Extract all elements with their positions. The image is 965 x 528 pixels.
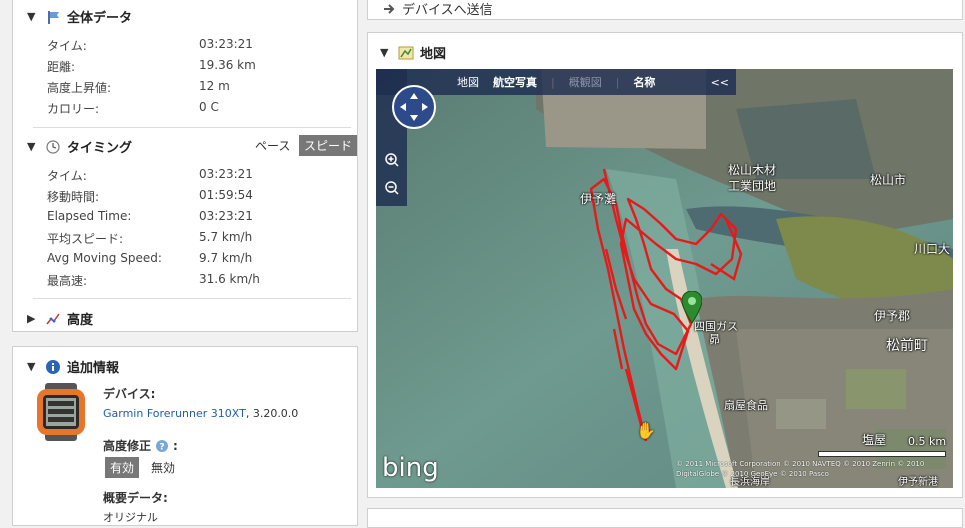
elevation-chart-icon xyxy=(45,311,61,327)
timing-label-max-speed: 最高速: xyxy=(47,274,88,288)
scale-bar xyxy=(818,451,946,457)
device-image xyxy=(35,383,87,441)
send-to-device-label: デバイスへ送信 xyxy=(402,3,493,18)
device-version: , 3.20.0.0 xyxy=(245,407,299,420)
summary-panel: ▼ 全体データ タイム: 03:23:21 距離: 19.36 km 高度上昇値… xyxy=(12,0,358,332)
map-type-aerial[interactable]: 航空写真 xyxy=(486,74,544,90)
summary-value-distance: 19.36 km xyxy=(199,58,256,72)
arrow-right-icon xyxy=(382,2,396,16)
scale-label: 0.5 km xyxy=(908,435,947,448)
timing-header[interactable]: ▼ タイミング xyxy=(27,137,132,156)
map-label: 川口大 xyxy=(914,242,951,256)
elevation-fix-on[interactable]: 有効 xyxy=(105,457,140,478)
collapse-triangle-icon[interactable]: ▼ xyxy=(27,360,39,373)
bing-logo: bing xyxy=(382,453,439,483)
device-label: デバイス: xyxy=(103,387,156,401)
timing-value-moving-time: 01:59:54 xyxy=(199,188,253,202)
map-labels-toggle[interactable]: 名称 xyxy=(626,74,662,90)
timing-label-moving-time: 移動時間: xyxy=(47,190,100,204)
timing-label-avg-speed: 平均スピード: xyxy=(47,232,124,246)
extra-info-header[interactable]: ▼ 追加情報 xyxy=(27,357,119,376)
map-label: 松山木材 xyxy=(728,163,777,177)
collapse-triangle-icon[interactable]: ▼ xyxy=(380,46,392,59)
summary-title: 全体データ xyxy=(67,11,133,26)
summary-header[interactable]: ▼ 全体データ xyxy=(27,7,132,26)
device-link[interactable]: Garmin Forerunner 310XT xyxy=(103,407,246,420)
timing-value-avg-moving-speed: 9.7 km/h xyxy=(199,251,253,265)
divider xyxy=(33,127,351,128)
route-track xyxy=(589,168,743,442)
timing-value-time: 03:23:21 xyxy=(199,167,253,181)
map-label: 昴 xyxy=(709,333,720,346)
next-panel xyxy=(367,508,963,528)
hand-cursor-icon: ✋ xyxy=(636,421,656,440)
elevation-fix-row: 高度修正 ? : xyxy=(103,437,178,454)
collapse-toolbar-button[interactable]: << xyxy=(704,76,736,89)
collapse-triangle-icon[interactable]: ▼ xyxy=(27,10,39,23)
speed-toggle[interactable]: スピード xyxy=(299,135,357,156)
timing-value-max-speed: 31.6 km/h xyxy=(199,272,260,286)
elevation-fix-off[interactable]: 無効 xyxy=(151,459,175,476)
summary-value-calories: 0 C xyxy=(199,100,219,114)
clock-icon xyxy=(45,139,61,155)
summary-label-elevation-gain: 高度上昇値: xyxy=(47,81,112,95)
timing-label-time: タイム: xyxy=(47,169,87,183)
svg-text:?: ? xyxy=(159,442,164,452)
send-panel: デバイスへ送信 xyxy=(367,0,963,20)
map-label: 松山市 xyxy=(870,173,907,187)
help-icon[interactable]: ? xyxy=(155,439,169,453)
summary-value-elevation-gain: 12 m xyxy=(199,79,230,93)
summary-label-calories: カロリー: xyxy=(47,102,100,116)
map-label: 工業団地 xyxy=(728,179,777,193)
zoom-out-icon[interactable] xyxy=(384,180,400,196)
extra-info-title: 追加情報 xyxy=(67,361,120,376)
device-info: Garmin Forerunner 310XT, 3.20.0.0 xyxy=(103,407,298,420)
info-icon xyxy=(45,359,61,375)
summary-label-distance: 距離: xyxy=(47,60,76,74)
flag-icon xyxy=(45,9,61,25)
expand-triangle-icon[interactable]: ▶ xyxy=(27,312,39,325)
elevation-title: 高度 xyxy=(67,313,94,328)
collapse-triangle-icon[interactable]: ▼ xyxy=(27,140,39,153)
map-header[interactable]: ▼ 地図 xyxy=(380,43,446,62)
map-label: 塩屋 xyxy=(862,433,887,447)
map-type-birdseye[interactable]: 概観図 xyxy=(562,74,609,90)
map-label: 伊予灘 xyxy=(580,192,617,206)
summary-label-time: タイム: xyxy=(47,39,87,53)
summary-value-time: 03:23:21 xyxy=(199,37,253,51)
extra-info-panel: ▼ 追加情報 デバイス: Garmin Forerunner 310XT, 3.… xyxy=(12,346,358,526)
overview-partial: オリジナル xyxy=(103,511,158,524)
overview-label: 概要データ: xyxy=(103,491,168,505)
map-copyright: © 2011 Microsoft Corporation © 2010 NAVT… xyxy=(676,460,925,478)
timing-label-elapsed: Elapsed Time: xyxy=(47,209,132,223)
map-label: 伊予郡 xyxy=(874,309,911,323)
divider xyxy=(33,298,351,299)
pace-toggle[interactable]: ペース xyxy=(255,137,290,154)
timing-value-elapsed: 03:23:21 xyxy=(199,209,253,223)
timing-label-avg-moving-speed: Avg Moving Speed: xyxy=(47,251,162,265)
map-icon xyxy=(398,45,414,61)
map-canvas[interactable]: ✋ 松山木材 工業団地 松山市 伊予灘 川口大 伊予郡 松前町 四国ガス 昴 扇… xyxy=(376,69,953,488)
elevation-fix-label: 高度修正 xyxy=(103,439,152,453)
map-label: 扇屋食品 xyxy=(724,399,768,412)
pan-control-icon[interactable] xyxy=(392,85,436,129)
send-to-device-link[interactable]: デバイスへ送信 xyxy=(382,0,493,18)
elevation-fix-colon: : xyxy=(173,438,178,453)
timing-title: タイミング xyxy=(67,141,133,156)
map-label: 松前町 xyxy=(886,338,928,354)
map-title: 地図 xyxy=(420,47,447,62)
map-type-road[interactable]: 地図 xyxy=(450,74,486,90)
timing-value-avg-speed: 5.7 km/h xyxy=(199,230,253,244)
zoom-in-icon[interactable] xyxy=(384,152,400,168)
elevation-header[interactable]: ▶ 高度 xyxy=(27,309,93,328)
